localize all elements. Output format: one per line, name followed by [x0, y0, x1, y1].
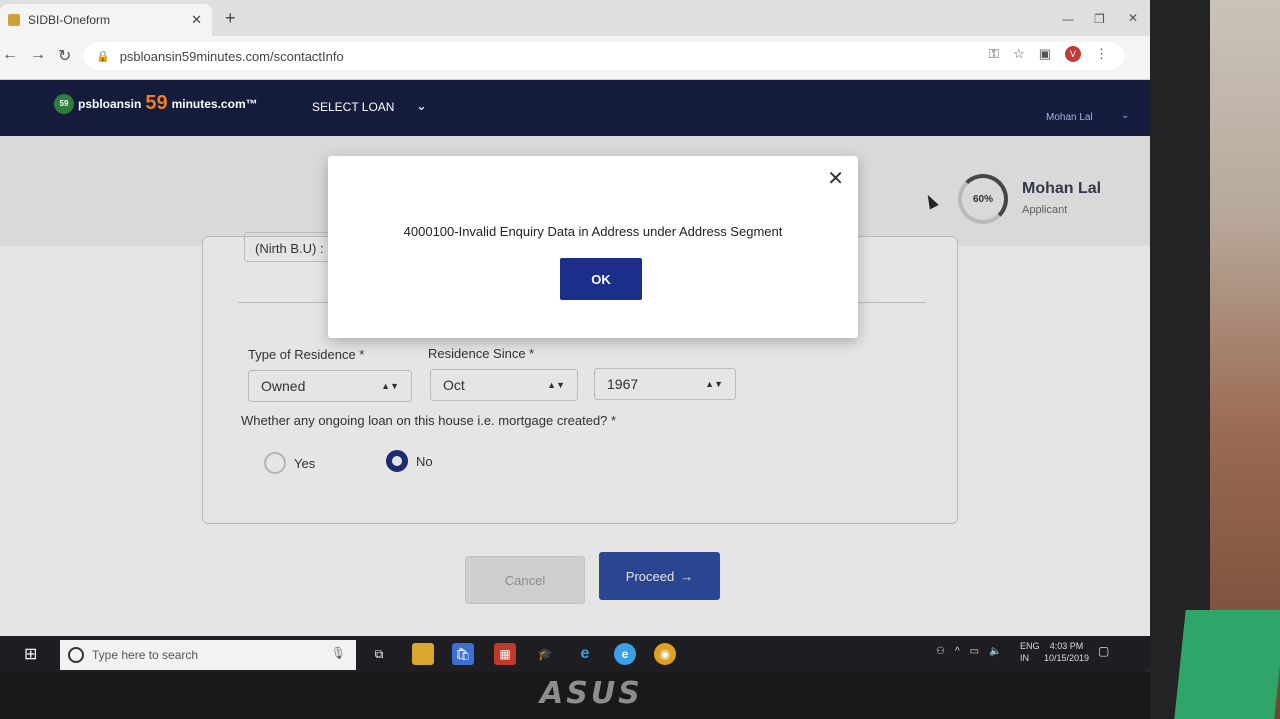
- notification-icon[interactable]: ▢: [1098, 644, 1109, 658]
- site-favicon-icon: [8, 14, 20, 26]
- minimize-icon[interactable]: —: [1062, 12, 1074, 26]
- microphone-icon[interactable]: 🎙: [331, 646, 346, 660]
- extension-icon[interactable]: ▣: [1039, 46, 1051, 62]
- graduation-cap-icon[interactable]: 🎓: [534, 643, 556, 665]
- battery-icon[interactable]: ▭: [970, 646, 979, 657]
- select-loan-menu[interactable]: SELECT LOAN: [312, 100, 394, 114]
- people-icon[interactable]: ⚇: [936, 646, 945, 657]
- region-code: IN: [1020, 653, 1029, 663]
- file-explorer-icon[interactable]: [412, 643, 434, 665]
- chrome-icon[interactable]: ◉: [654, 643, 676, 665]
- logo-badge: 59: [54, 93, 74, 114]
- menu-kebab-icon[interactable]: ⋮: [1095, 46, 1108, 62]
- app-grid-icon[interactable]: ▦: [494, 643, 516, 665]
- key-icon[interactable]: ⚿: [989, 46, 999, 62]
- internet-explorer-icon[interactable]: e: [614, 643, 636, 665]
- windows-start-icon[interactable]: ⊞: [24, 644, 37, 664]
- bookmark-star-icon[interactable]: ☆: [1013, 46, 1025, 62]
- tab-title: SIDBI-Oneform: [28, 13, 111, 27]
- system-tray: ⚇ ^ ▭ 🔈: [936, 646, 1002, 657]
- taskbar-search-placeholder: Type here to search: [92, 648, 199, 662]
- lock-icon: 🔒: [96, 50, 110, 63]
- browser-toolbar: ← → ↻ 🔒 psbloansin59minutes.com/scontact…: [0, 36, 1150, 80]
- green-paper: [1174, 610, 1280, 719]
- laptop-screen: SIDBI-Oneform ✕ + — ❐ ✕ ← → ↻ 🔒 psbloans…: [0, 0, 1150, 672]
- back-arrow-icon[interactable]: ←: [2, 46, 18, 64]
- taskbar-search-box[interactable]: Type here to search 🎙: [60, 640, 356, 670]
- ok-button[interactable]: OK: [560, 258, 642, 300]
- language-indicator[interactable]: ENG IN: [1020, 640, 1040, 664]
- volume-icon[interactable]: 🔈: [989, 646, 1001, 657]
- clock-time: 4:03 PM: [1049, 641, 1084, 651]
- cortana-circle-icon: [68, 647, 84, 663]
- profile-avatar[interactable]: V: [1065, 46, 1081, 62]
- error-dialog: ✕ 4000100-Invalid Enquiry Data in Addres…: [328, 156, 858, 338]
- taskbar-clock[interactable]: 4:03 PM 10/15/2019: [1044, 640, 1089, 664]
- task-view-icon[interactable]: ⧉: [368, 643, 390, 665]
- logo-prefix: psbloansin: [78, 96, 142, 111]
- edge-browser-icon[interactable]: e: [574, 643, 596, 665]
- site-header: 59 psbloansin 59 minutes.com™ SELECT LOA…: [0, 80, 1150, 136]
- new-tab-button[interactable]: +: [225, 8, 236, 29]
- clock-date: 10/15/2019: [1044, 653, 1090, 663]
- windows-taskbar: ⊞ Type here to search 🎙 ⧉ 🛍 ▦ 🎓 e e ◉ ⚇ …: [0, 636, 1150, 672]
- show-hidden-icons-chevron-icon[interactable]: ^: [955, 646, 960, 657]
- logo-number: 59: [145, 92, 168, 114]
- error-message: 4000100-Invalid Enquiry Data in Address …: [403, 224, 783, 239]
- close-icon[interactable]: ✕: [827, 166, 844, 191]
- window-close-icon[interactable]: ✕: [1128, 11, 1138, 25]
- logo-suffix: minutes.com™: [171, 96, 258, 111]
- forward-arrow-icon[interactable]: →: [30, 46, 46, 64]
- store-bag-icon[interactable]: 🛍: [452, 643, 474, 665]
- browser-tab[interactable]: SIDBI-Oneform ✕: [0, 4, 212, 36]
- tab-close-icon[interactable]: ✕: [191, 12, 202, 28]
- user-chevron-down-icon[interactable]: ⌄: [1121, 110, 1129, 121]
- photo-stage: ASUS SIDBI-Oneform ✕ + — ❐ ✕ ← → ↻ 🔒 psb…: [0, 0, 1280, 719]
- header-user-menu[interactable]: Mohan Lal: [1046, 112, 1093, 123]
- laptop-brand-logo: ASUS: [540, 676, 643, 711]
- address-bar[interactable]: 🔒 psbloansin59minutes.com/scontactInfo ⚿…: [84, 42, 1124, 70]
- reload-icon[interactable]: ↻: [58, 46, 71, 66]
- browser-tab-strip: SIDBI-Oneform ✕ + — ❐ ✕: [0, 0, 1150, 36]
- site-logo[interactable]: 59 psbloansin 59 minutes.com™: [54, 92, 258, 115]
- chevron-down-icon[interactable]: ⌄: [416, 98, 427, 114]
- url-text: psbloansin59minutes.com/scontactInfo: [119, 48, 344, 64]
- omnibox-actions: ⚿ ☆ ▣ V ⋮: [989, 46, 1108, 62]
- restore-icon[interactable]: ❐: [1094, 12, 1105, 26]
- language-code: ENG: [1020, 641, 1040, 651]
